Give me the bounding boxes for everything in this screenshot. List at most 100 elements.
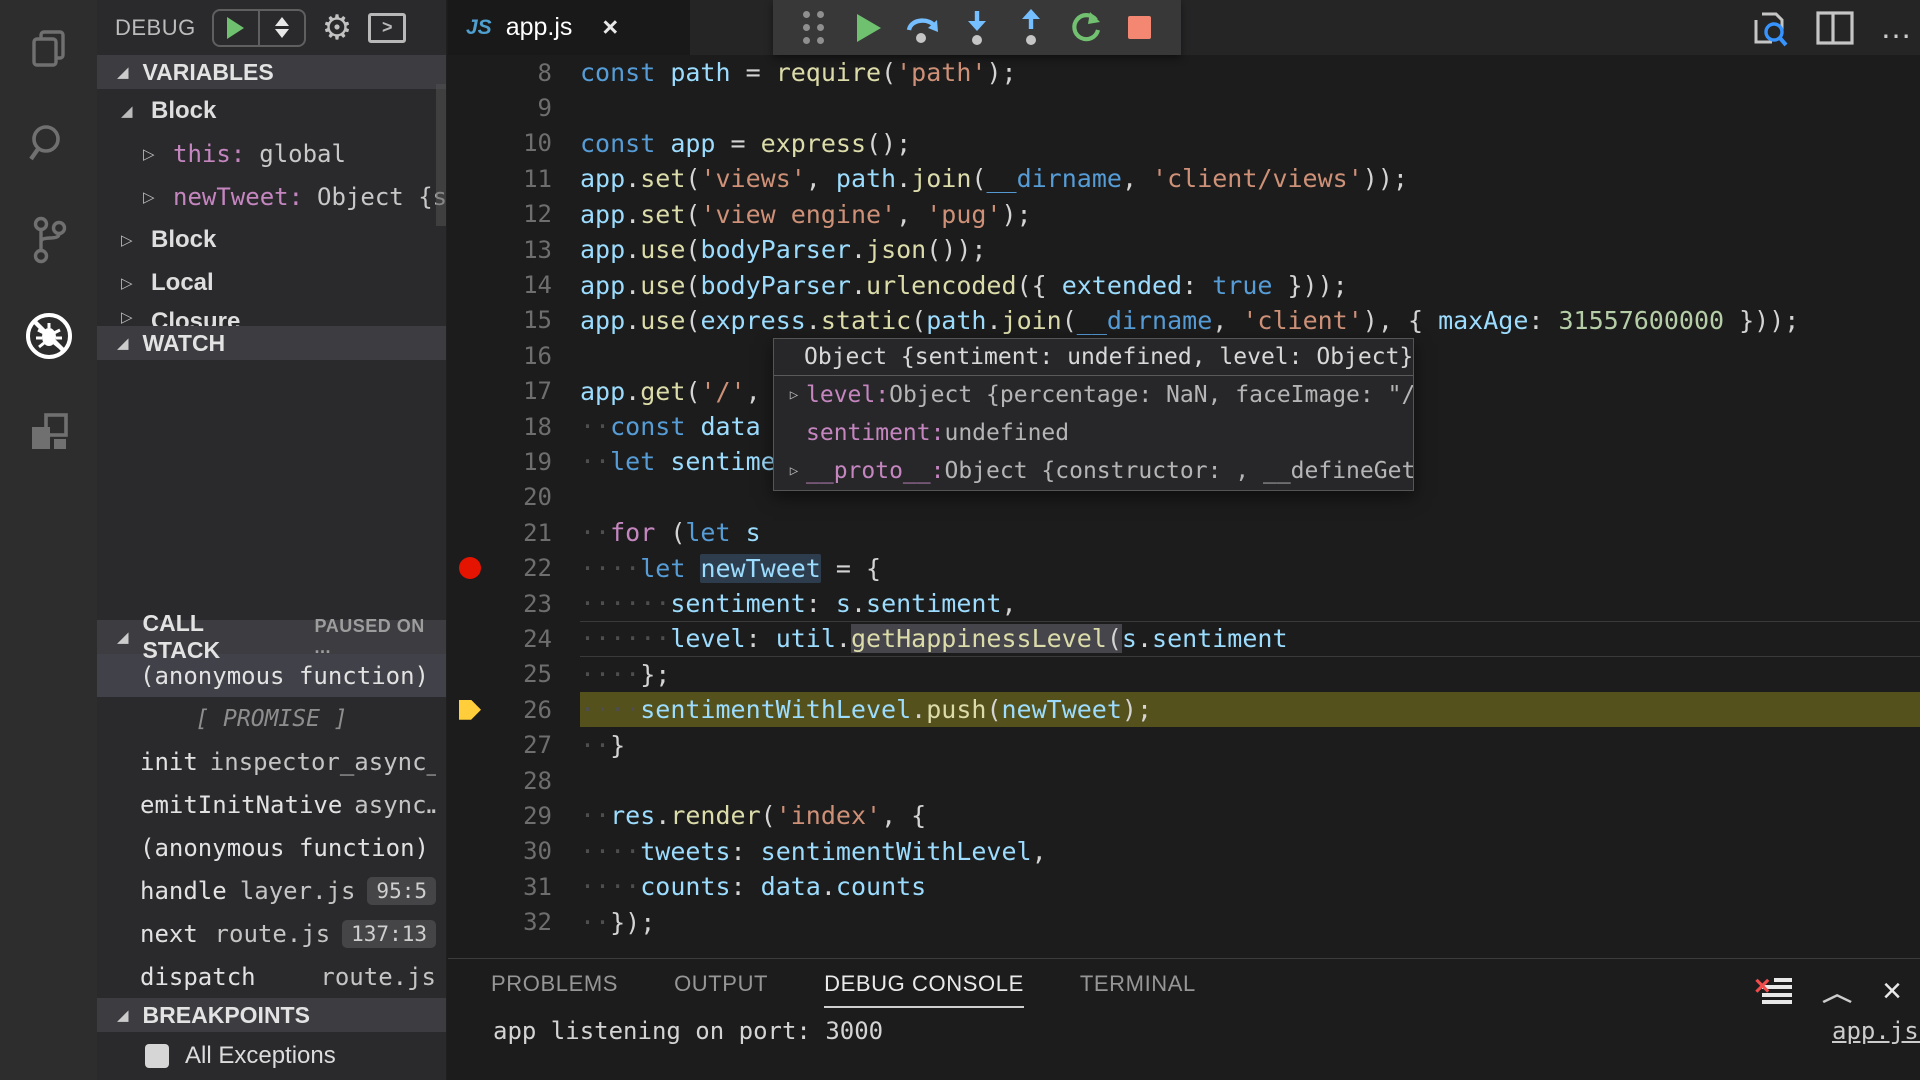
panel-tab-debug-console[interactable]: DEBUG CONSOLE [824,971,1024,1008]
debug-console-icon[interactable]: > [368,13,406,43]
more-actions-icon[interactable]: … [1880,21,1914,34]
restart-button[interactable] [1058,0,1112,55]
code-line[interactable]: 9 [448,90,1920,125]
maximize-panel-icon[interactable]: ︿ [1822,975,1852,1008]
code-line[interactable]: 15app.use(express.static(path.join(__dir… [448,303,1920,338]
twistie-icon[interactable]: ▷ [782,463,806,479]
variable-row[interactable]: ▷this:global [97,132,446,175]
clear-console-icon[interactable]: × [1762,976,1792,1006]
code-line[interactable]: 26····sentimentWithLevel.push(newTweet); [448,692,1920,727]
code-line[interactable]: 31····counts: data.counts [448,869,1920,904]
variable-row[interactable]: ▷Local [97,261,446,304]
twistie-icon[interactable]: ▷ [121,308,137,326]
call-stack-frame[interactable]: handlelayer.js95:5 [97,869,446,912]
frame-name: (anonymous function) [140,662,429,690]
start-debug-button[interactable] [212,9,306,47]
call-stack-frame[interactable]: dispatchroute.js [97,955,446,998]
code-token: ( [1062,306,1077,335]
code-line[interactable]: 23······sentiment: s.sentiment, [448,586,1920,621]
twistie-icon[interactable]: ▷ [121,274,137,292]
tooltip-row[interactable]: ▷__proto__: Object {constructor: , __def… [774,452,1413,490]
debug-icon[interactable] [0,288,97,384]
code-token: }); [610,908,655,937]
twistie-icon[interactable]: ◢ [121,102,137,120]
code-token: 'view engine' [700,200,896,229]
code-text: app.set('view engine', 'pug'); [580,197,1920,232]
files-icon[interactable] [0,0,97,96]
gutter-glyph-margin[interactable] [448,557,492,579]
twistie-icon[interactable]: ▷ [143,188,159,206]
code-line[interactable]: 29··res.render('index', { [448,798,1920,833]
panel-tab-problems[interactable]: PROBLEMS [491,971,618,1008]
step-over-button[interactable] [896,0,950,55]
variable-row[interactable]: ◢Block [97,89,446,132]
extensions-icon[interactable] [0,384,97,480]
code-line[interactable]: 8const path = require('path'); [448,55,1920,90]
split-editor-icon[interactable] [1816,11,1854,45]
code-line[interactable]: 32··}); [448,904,1920,939]
code-token: , [1032,837,1047,866]
code-line[interactable]: 12app.set('view engine', 'pug'); [448,197,1920,232]
breakpoint-icon[interactable] [459,557,481,579]
gutter-glyph-margin[interactable] [448,700,492,720]
line-number: 18 [492,413,552,441]
stop-button[interactable] [1113,0,1167,55]
close-panel-icon[interactable]: × [1882,972,1902,1011]
code-token: tweets [640,837,730,866]
call-stack-frame[interactable]: initinspector_async_… [97,740,446,783]
code-line[interactable]: 21··for (let s [448,515,1920,550]
tab-app-js[interactable]: JS app.js × [448,0,690,55]
open-preview-icon[interactable] [1750,8,1790,48]
step-into-button[interactable] [950,0,1004,55]
variable-row[interactable]: ▷newTweet:Object {sent… [97,175,446,218]
source-control-icon[interactable] [0,192,97,288]
start-debug-play-icon[interactable] [214,11,258,45]
call-stack-frame[interactable]: nextroute.js137:13 [97,912,446,955]
twistie-icon[interactable]: ▷ [143,145,159,163]
step-out-button[interactable] [1004,0,1058,55]
code-line[interactable]: 14app.use(bodyParser.urlencoded({ extend… [448,267,1920,302]
code-line[interactable]: 10const app = express(); [448,126,1920,161]
code-line[interactable]: 11app.set('views', path.join(__dirname, … [448,161,1920,196]
twistie-icon[interactable]: ▷ [121,231,137,249]
continue-button[interactable] [841,0,895,55]
call-stack-frame[interactable]: emitInitNativeasync… [97,783,446,826]
watch-section-header[interactable]: ◢ WATCH [97,326,446,360]
tooltip-row[interactable]: ▷level: Object {percentage: NaN, faceIma… [774,376,1413,414]
variable-row[interactable]: ▷Closure [97,304,446,326]
code-line[interactable]: 13app.use(bodyParser.json()); [448,232,1920,267]
panel-tab-terminal[interactable]: TERMINAL [1080,971,1196,1008]
breakpoint-all-exceptions-row[interactable]: All Exceptions [97,1032,446,1080]
code-line[interactable]: 22····let newTweet = { [448,550,1920,585]
close-tab-icon[interactable]: × [602,12,618,43]
debug-config-dropdown[interactable] [260,17,304,38]
drag-grip[interactable] [787,0,841,55]
breakpoints-section-header[interactable]: ◢ BREAKPOINTS [97,998,446,1032]
tooltip-rows: ▷level: Object {percentage: NaN, faceIma… [774,376,1413,490]
call-stack-frame[interactable]: (anonymous function)a [97,826,446,869]
call-stack-header-label: CALL STACK [143,610,287,664]
all-exceptions-checkbox[interactable] [145,1044,169,1068]
variables-section-header[interactable]: ◢ VARIABLES [97,55,446,89]
code-line[interactable]: 27··} [448,727,1920,762]
sidebar-scrollbar[interactable] [436,84,446,226]
code-token: : [1528,306,1558,335]
panel-tab-output[interactable]: OUTPUT [674,971,768,1008]
frame-name: init [140,748,198,776]
console-source-link[interactable]: app.js:37 [1832,1017,1920,1045]
code-line[interactable]: 30····tweets: sentimentWithLevel, [448,834,1920,869]
variable-row[interactable]: ▷Block [97,218,446,261]
execution-pointer-icon [459,700,481,720]
tooltip-title: Object {sentiment: undefined, level: Obj… [774,339,1413,376]
search-icon[interactable] [0,96,97,192]
code-line[interactable]: 24······level: util.getHappinessLevel(s.… [448,621,1920,656]
code-text: ····counts: data.counts [580,869,1920,904]
gear-icon[interactable]: ⚙ [322,11,352,45]
code-line[interactable]: 25····}; [448,657,1920,692]
code-line[interactable]: 28 [448,763,1920,798]
code-area[interactable]: 8const path = require('path');910const a… [448,55,1920,958]
tooltip-row[interactable]: sentiment: undefined [774,414,1413,452]
twistie-icon[interactable]: ▷ [782,387,806,403]
frame-file: route.js [320,963,436,991]
call-stack-section-header[interactable]: ◢ CALL STACK PAUSED ON ... [97,620,446,654]
